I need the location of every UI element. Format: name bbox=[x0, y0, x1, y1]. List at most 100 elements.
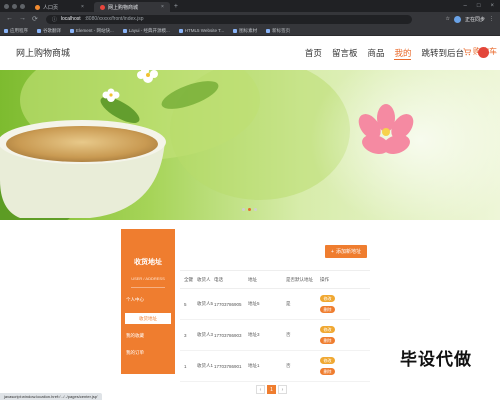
url-host: localhost bbox=[60, 16, 81, 22]
delete-button[interactable]: 删除 bbox=[320, 306, 335, 313]
cart-badge[interactable] bbox=[478, 47, 489, 58]
carousel-dot[interactable] bbox=[254, 208, 257, 211]
avatar[interactable] bbox=[453, 15, 461, 23]
cell-id: 1 bbox=[184, 363, 187, 369]
bookmark-label: 应用程序 bbox=[10, 27, 28, 33]
sidebar-item-address[interactable]: 收货地址 bbox=[125, 313, 171, 324]
menu-item-mine[interactable]: 我的 bbox=[394, 47, 412, 60]
pagination: ‹ 1 › bbox=[256, 385, 287, 394]
bookmark-label: 新标签页 bbox=[272, 27, 291, 33]
add-address-button[interactable]: + 添加新地址 bbox=[325, 245, 367, 258]
browser-tab-bar: 人口页 × 网上购物商城 × + – □ × bbox=[0, 0, 500, 12]
table-row: 1 收货人1 17703786901 地址1 否 修改 删除 bbox=[180, 351, 370, 382]
bookmark-item[interactable]: 新标签页 bbox=[266, 28, 290, 34]
bookmark-icon bbox=[70, 28, 74, 33]
bookmark-item[interactable]: HTML5 Website T... bbox=[178, 28, 224, 33]
sidebar-item-profile[interactable]: 个人中心 bbox=[126, 297, 170, 303]
table-row: 3 收货人3 17703786903 地址3 否 修改 删除 bbox=[180, 320, 370, 351]
edit-button[interactable]: 修改 bbox=[320, 357, 335, 364]
bookmark-icon bbox=[266, 28, 271, 33]
delete-button[interactable]: 删除 bbox=[320, 368, 335, 375]
url-input[interactable]: ⓘ localhost:8080/xxxxx/front/index.jsp bbox=[45, 14, 412, 24]
carousel-dot[interactable] bbox=[242, 208, 245, 211]
bookmark-item[interactable]: Layui - 经典开源模... bbox=[122, 27, 170, 34]
new-tab-icon[interactable]: + bbox=[174, 3, 178, 10]
prev-page-button[interactable]: ‹ bbox=[256, 385, 265, 394]
watermark-text: 毕设代做 bbox=[400, 350, 472, 369]
minimize-icon[interactable]: – bbox=[464, 3, 467, 9]
tab-favicon-icon bbox=[99, 4, 105, 10]
forward-icon[interactable]: → bbox=[19, 15, 26, 23]
menu-item-messages[interactable]: 留言板 bbox=[332, 47, 358, 60]
bookmarks-bar: 应用程序 谷歌翻译 Element - 网站快... Layui - 经典开源模… bbox=[0, 26, 500, 36]
info-icon: ⓘ bbox=[51, 16, 57, 23]
edit-button[interactable]: 修改 bbox=[320, 326, 335, 333]
main-menu: 首页 留言板 商品 我的 跳转到后台 bbox=[305, 47, 464, 60]
browser-tab[interactable]: 人口页 × bbox=[29, 2, 90, 12]
cell-id: 3 bbox=[184, 332, 187, 338]
cell-id: 5 bbox=[184, 301, 187, 307]
bookmark-icon bbox=[4, 28, 8, 33]
cell-name: 收货人1 bbox=[197, 363, 214, 368]
bookmark-label: 谷歌翻译 bbox=[43, 27, 61, 33]
column-header: 操作 bbox=[320, 276, 329, 282]
sidebar-subtitle: USER / ADDRESS bbox=[131, 276, 165, 281]
column-header: 全键 bbox=[184, 276, 193, 282]
url-path: :8080/xxxxx/front/index.jsp bbox=[84, 16, 144, 22]
reload-icon[interactable]: ⟳ bbox=[32, 15, 38, 23]
close-window-icon[interactable]: × bbox=[490, 3, 494, 9]
column-header: 收货人 bbox=[197, 276, 211, 282]
cell-address: 地址3 bbox=[248, 332, 260, 337]
sidebar-item-favorites[interactable]: 我的收藏 bbox=[126, 333, 170, 339]
bookmark-icon bbox=[178, 28, 183, 33]
close-icon[interactable]: × bbox=[81, 4, 84, 10]
user-sidebar: 收货地址 USER / ADDRESS 个人中心 收货地址 我的收藏 我的订单 bbox=[121, 229, 175, 374]
bookmark-icon bbox=[122, 28, 127, 33]
site-title[interactable]: 网上购物商城 bbox=[16, 46, 70, 59]
cell-actions: 修改 删除 bbox=[320, 295, 360, 313]
profile-label: 正在同步 bbox=[464, 16, 485, 23]
delete-button[interactable]: 删除 bbox=[320, 337, 335, 344]
tab-favicon-icon bbox=[35, 4, 40, 10]
cell-phone: 17703786903 bbox=[214, 332, 242, 338]
carousel-dot[interactable] bbox=[248, 208, 251, 211]
edit-button[interactable]: 修改 bbox=[320, 295, 335, 302]
close-icon[interactable]: × bbox=[161, 4, 164, 10]
bookmark-item[interactable]: 应用程序 bbox=[4, 28, 28, 34]
page-button-current[interactable]: 1 bbox=[267, 385, 276, 394]
cell-phone: 17703786905 bbox=[214, 301, 242, 307]
cell-address: 地址5 bbox=[248, 301, 260, 306]
browser-tab-active[interactable]: 网上购物商城 × bbox=[93, 2, 170, 12]
menu-item-products[interactable]: 商品 bbox=[367, 47, 384, 60]
address-table: 全键 收货人 电话 地址 是否默认地址 操作 5 收货人5 1770378690… bbox=[180, 270, 370, 382]
bookmark-label: Layui - 经典开源模... bbox=[128, 27, 170, 33]
maximize-icon[interactable]: □ bbox=[477, 3, 481, 9]
bookmark-icon bbox=[37, 28, 41, 33]
sidebar-item-orders[interactable]: 我的订单 bbox=[126, 350, 170, 356]
plus-icon: + bbox=[331, 248, 334, 255]
banner-illustration bbox=[0, 70, 500, 220]
menu-item-backend[interactable]: 跳转到后台 bbox=[421, 47, 464, 60]
menu-item-home[interactable]: 首页 bbox=[305, 47, 322, 60]
bookmark-item[interactable]: 谷歌翻译 bbox=[37, 28, 61, 34]
next-page-button[interactable]: › bbox=[278, 385, 287, 394]
cell-actions: 修改 删除 bbox=[320, 326, 360, 344]
cell-address: 地址1 bbox=[248, 363, 260, 368]
profile-area[interactable]: ☆ 正在同步 ⋮ bbox=[446, 15, 500, 23]
star-icon[interactable]: ☆ bbox=[446, 16, 450, 22]
bookmark-label: Element - 网站快... bbox=[76, 27, 114, 33]
bookmark-item[interactable]: 图标素材 bbox=[233, 28, 257, 34]
cell-name: 收货人5 bbox=[197, 301, 214, 306]
address-bar: ← → ⟳ ⓘ localhost:8080/xxxxx/front/index… bbox=[0, 12, 500, 26]
status-bar-url: javascript:window.location.href='../../p… bbox=[0, 393, 102, 400]
bookmark-label: 图标素材 bbox=[239, 27, 258, 33]
menu-icon[interactable]: ⋮ bbox=[489, 16, 494, 22]
site-header: 网上购物商城 首页 留言板 商品 我的 跳转到后台 购物车 bbox=[0, 36, 500, 70]
column-header: 是否默认地址 bbox=[286, 276, 313, 282]
tab-title: 人口页 bbox=[43, 4, 59, 11]
cart-icon bbox=[463, 47, 471, 55]
window-icons bbox=[0, 3, 25, 9]
bookmark-item[interactable]: Element - 网站快... bbox=[70, 28, 114, 34]
cell-default: 是 bbox=[286, 301, 291, 306]
back-icon[interactable]: ← bbox=[6, 15, 13, 23]
